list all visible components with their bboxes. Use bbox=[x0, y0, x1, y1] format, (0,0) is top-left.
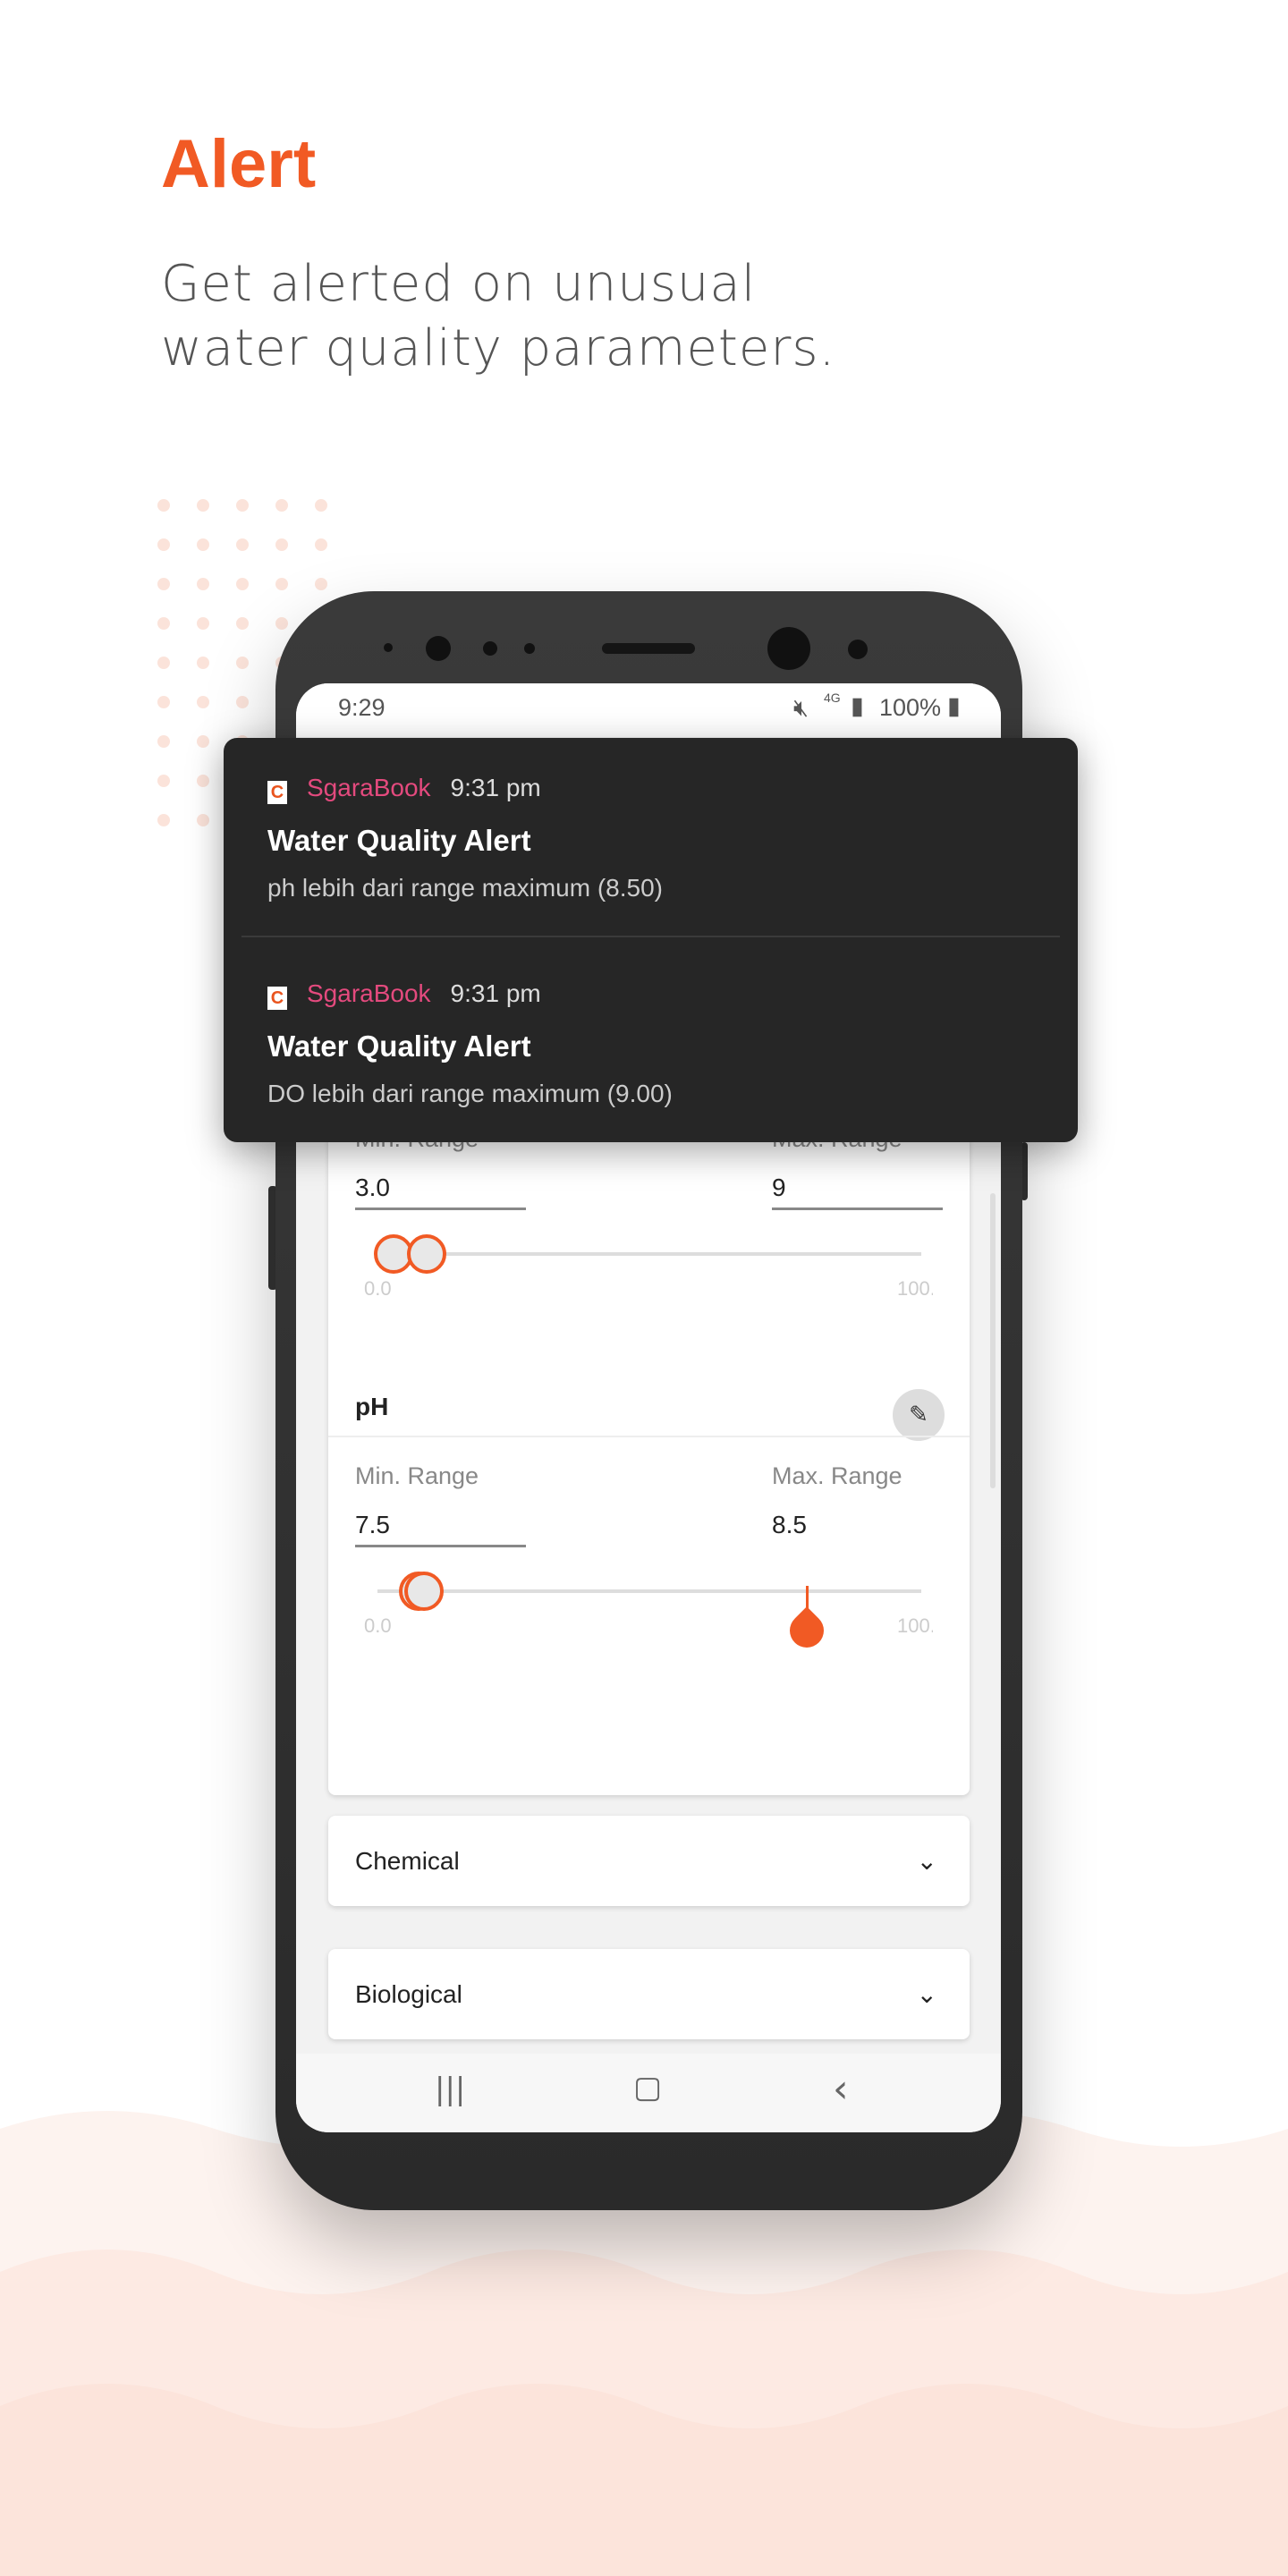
max-range-input[interactable]: 9 bbox=[772, 1174, 786, 1202]
hero-title: Alert bbox=[161, 126, 317, 202]
dot bbox=[197, 578, 209, 590]
pencil-icon: ✎ bbox=[909, 1402, 928, 1428]
dot bbox=[157, 657, 170, 669]
range-slider-track[interactable] bbox=[377, 1589, 921, 1593]
dot bbox=[236, 617, 249, 630]
notification-app-name: SgaraBook bbox=[307, 979, 431, 1007]
notification-panel: C SgaraBook 9:31 pm Water Quality Alert ph… bbox=[224, 738, 1078, 1142]
notification-body: ph lebih dari range maximum (8.50) bbox=[267, 874, 663, 902]
divider bbox=[242, 936, 1060, 937]
min-range-label: Min. Range bbox=[355, 1462, 479, 1489]
notification-item[interactable]: C SgaraBook 9:31 pm Water Quality Alert DO… bbox=[224, 944, 1078, 1142]
dot bbox=[157, 578, 170, 590]
app-icon: C bbox=[267, 986, 287, 1010]
dot bbox=[236, 538, 249, 551]
parameter-name: pH bbox=[355, 1393, 389, 1420]
dot bbox=[197, 775, 209, 787]
parameters-card: DO ✎ Min. Range Max. Range 3.0 9 0.0 100… bbox=[328, 1041, 970, 1795]
dot bbox=[275, 617, 288, 630]
notification-body: DO lebih dari range maximum (9.00) bbox=[267, 1080, 673, 1107]
min-range-input[interactable]: 3.0 bbox=[355, 1174, 390, 1202]
slider-max-thumb[interactable] bbox=[403, 1572, 444, 1611]
dot bbox=[197, 499, 209, 512]
notification-title: Water Quality Alert bbox=[267, 1030, 531, 1063]
home-button[interactable]: ▢ bbox=[633, 2070, 662, 2106]
max-range-label: Max. Range bbox=[772, 1462, 902, 1489]
status-bar: 9:29 🔇︎ 4G ▮ 100% ▮ bbox=[296, 683, 1001, 737]
notification-time: 9:31 pm bbox=[450, 774, 541, 801]
speaker-grille bbox=[602, 643, 695, 654]
front-camera-icon bbox=[767, 627, 810, 670]
notification-app-name: SgaraBook bbox=[307, 774, 431, 801]
battery-icon: ▮ bbox=[947, 692, 961, 719]
max-range-input[interactable]: 8.5 bbox=[772, 1511, 807, 1539]
battery-level: 100% bbox=[879, 694, 942, 721]
back-button[interactable]: ‹ bbox=[833, 2066, 849, 2112]
edit-button[interactable]: ✎ bbox=[893, 1389, 945, 1441]
slider-max-label: 100.0 bbox=[897, 1614, 933, 1637]
status-time: 9:29 bbox=[338, 694, 386, 721]
hero-subtitle-line-1: Get alerted on unusual bbox=[161, 255, 757, 313]
section-label: Chemical bbox=[355, 1846, 460, 1875]
dot bbox=[275, 538, 288, 551]
signal-icon: ▮ bbox=[851, 692, 864, 719]
app-icon: C bbox=[267, 780, 287, 804]
dot bbox=[197, 538, 209, 551]
dot bbox=[197, 696, 209, 708]
dot bbox=[315, 538, 327, 551]
divider bbox=[328, 1436, 970, 1437]
dot bbox=[236, 696, 249, 708]
hero-subtitle-line-2: water quality parameters. bbox=[161, 319, 836, 377]
dot bbox=[157, 617, 170, 630]
notification-item[interactable]: C SgaraBook 9:31 pm Water Quality Alert ph… bbox=[224, 738, 1078, 936]
parameter-ph: pH ✎ Min. Range Max. Range 7.5 8.5 0.0 1… bbox=[328, 1271, 970, 1637]
dot bbox=[236, 657, 249, 669]
slider-min-label: 0.0 bbox=[364, 1614, 392, 1637]
chevron-down-icon: ⌄ bbox=[916, 1847, 937, 1875]
camera-icon bbox=[426, 636, 451, 661]
dot bbox=[157, 735, 170, 748]
dot bbox=[275, 578, 288, 590]
dot bbox=[157, 538, 170, 551]
dot bbox=[236, 499, 249, 512]
section-biological[interactable]: Biological ⌄ bbox=[328, 1949, 970, 2039]
network-type: 4G bbox=[824, 691, 841, 705]
dot bbox=[197, 657, 209, 669]
dot bbox=[315, 578, 327, 590]
min-range-input[interactable]: 7.5 bbox=[355, 1511, 390, 1539]
notification-title: Water Quality Alert bbox=[267, 824, 531, 857]
dot bbox=[197, 814, 209, 826]
dot bbox=[157, 814, 170, 826]
chevron-down-icon: ⌄ bbox=[916, 1980, 937, 2008]
navigation-bar: ||| ▢ ‹ bbox=[296, 2054, 1001, 2132]
dot bbox=[157, 696, 170, 708]
range-slider-track[interactable] bbox=[377, 1252, 921, 1256]
recent-apps-button[interactable]: ||| bbox=[435, 2072, 465, 2107]
mute-vibrate-icon: 🔇︎ bbox=[793, 694, 809, 721]
dot bbox=[315, 499, 327, 512]
dot bbox=[157, 499, 170, 512]
slider-max-thumb[interactable] bbox=[406, 1234, 446, 1274]
notification-time: 9:31 pm bbox=[450, 979, 541, 1007]
dot bbox=[157, 775, 170, 787]
section-chemical[interactable]: Chemical ⌄ bbox=[328, 1816, 970, 1906]
dot bbox=[197, 617, 209, 630]
dot bbox=[197, 735, 209, 748]
scrollbar[interactable] bbox=[990, 1193, 996, 1488]
dot bbox=[275, 499, 288, 512]
cursor-handle[interactable] bbox=[783, 1606, 831, 1655]
section-label: Biological bbox=[355, 1979, 462, 2008]
dot bbox=[236, 578, 249, 590]
